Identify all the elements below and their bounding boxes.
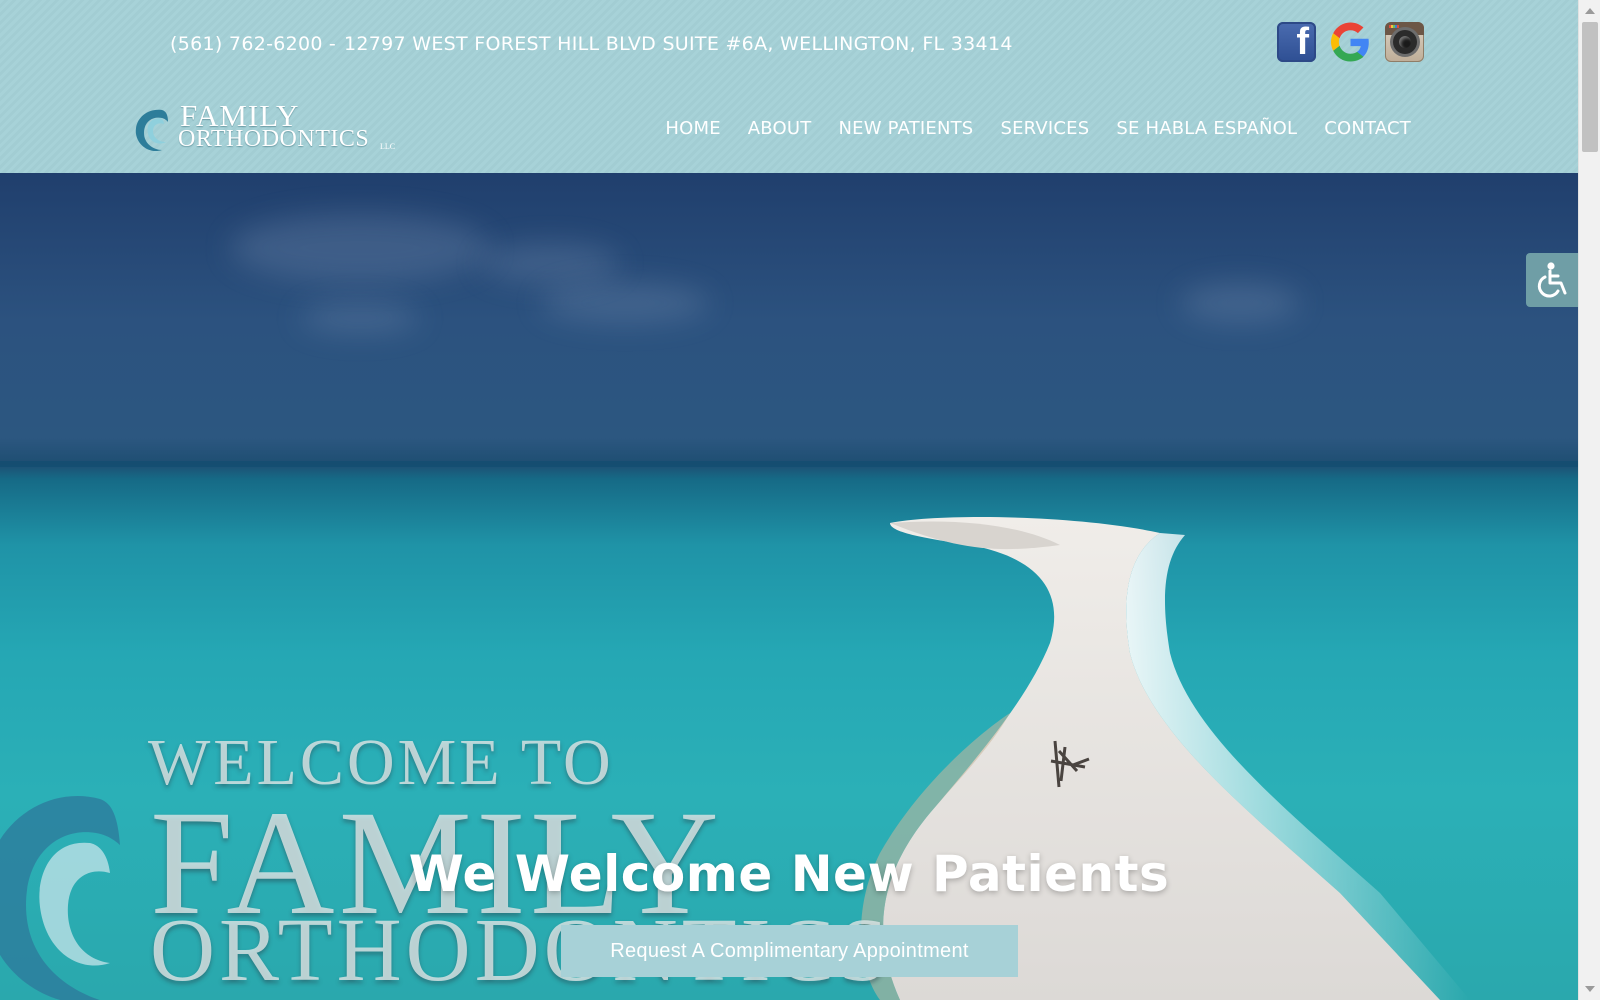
main-nav: HOME ABOUT NEW PATIENTS SERVICES SE HABL… [638, 118, 1411, 139]
nav-new-patients[interactable]: NEW PATIENTS [838, 118, 973, 139]
page-scrollbar[interactable] [1578, 0, 1600, 1000]
hero-video: WELCOME TO FAMILY ORTHODONTICS We Welcom… [0, 173, 1578, 1000]
facebook-glyph: f [1296, 21, 1309, 63]
logo-line2: ORTHODONTICS [178, 126, 370, 152]
contact-bar: (561) 762-6200-12797 WEST FOREST HILL BL… [170, 33, 1013, 55]
wave-logo-icon [135, 109, 168, 152]
scroll-down-arrow-icon[interactable] [1585, 986, 1595, 992]
address: 12797 WEST FOREST HILL BLVD SUITE #6A, W… [343, 33, 1013, 55]
hero-title: We Welcome New Patients [408, 845, 1170, 903]
camera-lens [1393, 30, 1417, 54]
nav-se-habla-espanol[interactable]: SE HABLA ESPAÑOL [1116, 118, 1297, 139]
scroll-up-arrow-icon[interactable] [1585, 8, 1595, 14]
scrollbar-thumb[interactable] [1582, 22, 1598, 152]
nav-about[interactable]: ABOUT [748, 118, 812, 139]
nav-contact[interactable]: CONTACT [1324, 118, 1411, 139]
site-logo[interactable]: FAMILY ORTHODONTICS LLC [132, 98, 402, 158]
logo-suffix: LLC [380, 142, 396, 151]
facebook-icon[interactable]: f [1277, 21, 1316, 63]
wheelchair-icon [1537, 262, 1567, 298]
nav-services[interactable]: SERVICES [1000, 118, 1089, 139]
instagram-icon[interactable] [1385, 22, 1424, 62]
phone-number[interactable]: (561) 762-6200 [170, 33, 323, 55]
nav-home[interactable]: HOME [665, 118, 720, 139]
contact-separator: - [328, 33, 336, 55]
site-header: (561) 762-6200-12797 WEST FOREST HILL BL… [0, 0, 1578, 173]
google-icon[interactable] [1331, 22, 1370, 62]
request-appointment-button[interactable]: Request A Complimentary Appointment [561, 925, 1018, 977]
accessibility-button[interactable] [1526, 253, 1578, 307]
